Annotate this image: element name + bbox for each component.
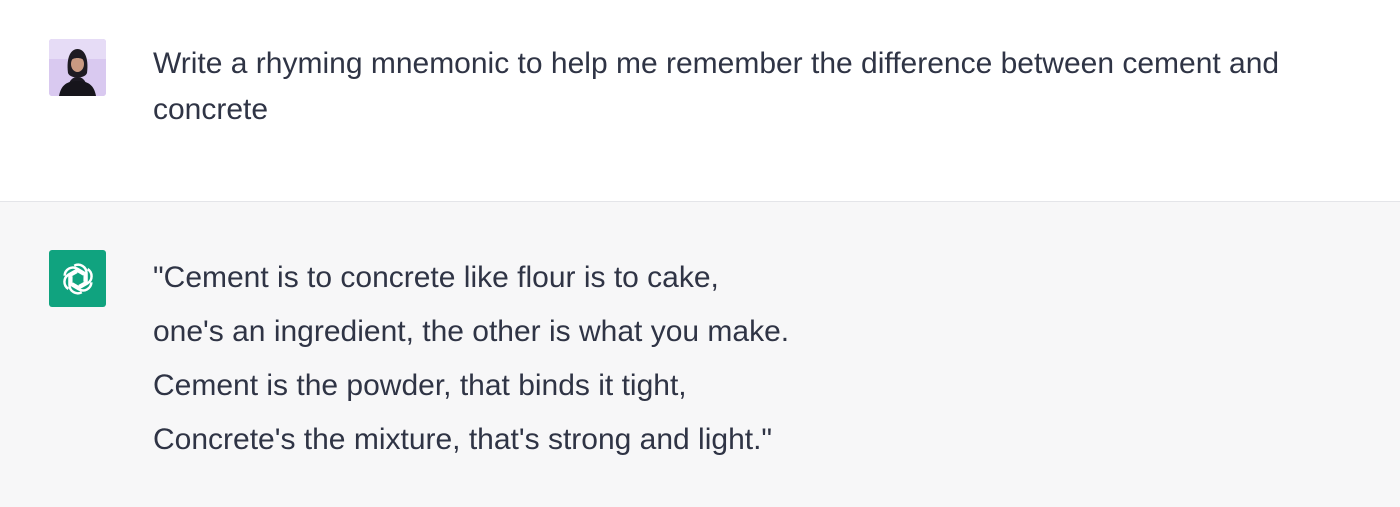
user-message-row: Write a rhyming mnemonic to help me reme…	[0, 0, 1400, 202]
assistant-avatar	[49, 250, 106, 307]
user-message-text: Write a rhyming mnemonic to help me reme…	[153, 47, 1280, 126]
user-avatar-photo	[49, 39, 106, 96]
poem-line-3: Cement is the powder, that binds it tigh…	[153, 369, 687, 402]
poem-line-2: one's an ingredient, the other is what y…	[153, 315, 790, 348]
user-avatar	[49, 39, 106, 96]
assistant-message-row: "Cement is to concrete like flour is to …	[0, 202, 1400, 507]
assistant-message-text: "Cement is to concrete like flour is to …	[153, 255, 1360, 471]
poem-line-1: "Cement is to concrete like flour is to …	[153, 261, 719, 294]
conversation: Write a rhyming mnemonic to help me reme…	[0, 0, 1400, 507]
poem-line-4: Concrete's the mixture, that's strong an…	[153, 423, 773, 456]
openai-logo-icon	[62, 263, 93, 294]
